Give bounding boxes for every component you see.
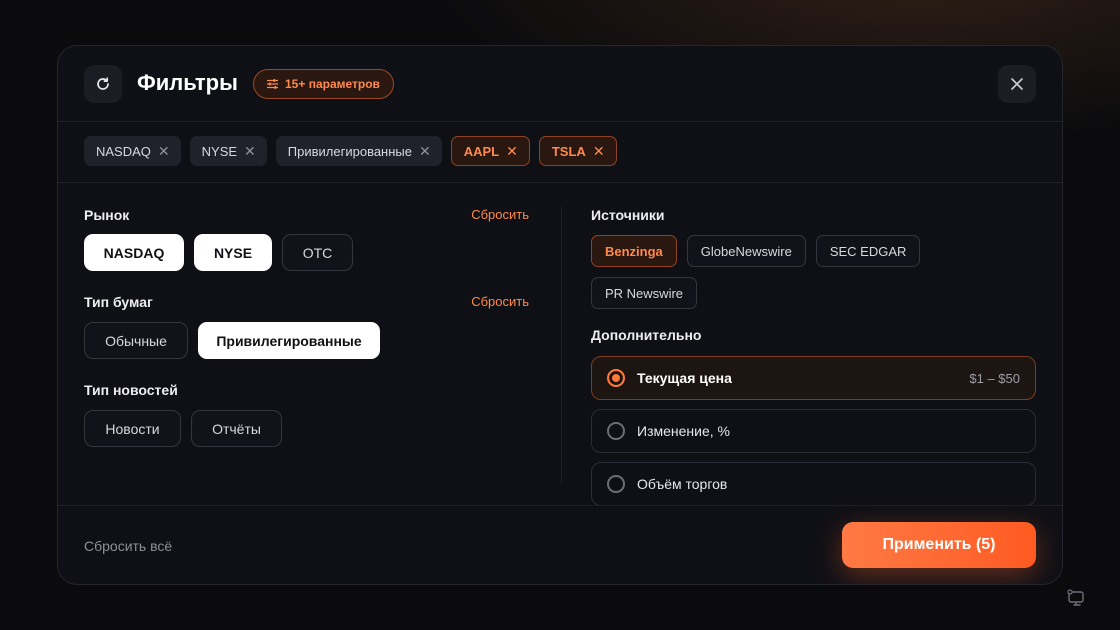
column-divider [561, 206, 562, 484]
chips-divider [58, 182, 1062, 183]
market-reset-link[interactable]: Сбросить [471, 207, 529, 222]
option-label: Изменение, % [637, 423, 730, 439]
security-option-common[interactable]: Обычные [84, 322, 188, 359]
close-icon [1011, 78, 1023, 90]
chip-preferred: Привилегированные ✕ [275, 136, 442, 166]
close-icon[interactable]: ✕ [593, 143, 605, 160]
news-type-label: Тип новостей [84, 382, 178, 398]
chip-nyse: NYSE ✕ [189, 136, 267, 166]
security-type-options: Обычные Привилегированные [84, 322, 380, 359]
additional-option-change[interactable]: Изменение, % [591, 409, 1036, 453]
chip-aapl: AAPL ✕ [450, 136, 530, 166]
apply-button[interactable]: Применить (5) [842, 522, 1036, 568]
security-type-reset-link[interactable]: Сбросить [471, 294, 529, 309]
sliders-icon [267, 79, 278, 89]
market-option-nasdaq[interactable]: NASDAQ [84, 234, 184, 271]
monitor-icon [1067, 589, 1084, 606]
params-badge: 15+ параметров [253, 69, 394, 99]
close-icon[interactable]: ✕ [244, 143, 256, 160]
option-label: Текущая цена [637, 370, 732, 386]
close-icon[interactable]: ✕ [158, 143, 170, 160]
market-option-nyse[interactable]: NYSE [194, 234, 272, 271]
market-label: Рынок [84, 207, 130, 223]
source-option-sec-edgar[interactable]: SEC EDGAR [815, 235, 921, 267]
source-option-benzinga[interactable]: Benzinga [591, 235, 677, 267]
close-icon[interactable]: ✕ [419, 143, 431, 160]
market-options: NASDAQ NYSE OTC [84, 234, 353, 271]
sources-label: Источники [591, 207, 665, 223]
additional-option-volume[interactable]: Объём торгов [591, 462, 1036, 506]
params-badge-label: 15+ параметров [285, 77, 380, 91]
filters-modal: Фильтры 15+ параметров NASDAQ ✕ NYSE ✕ П… [57, 45, 1063, 585]
source-option-pr-newswire[interactable]: PR Newswire [591, 277, 698, 309]
chip-label: TSLA [551, 143, 586, 159]
modal-footer: Сбросить всё Применить (5) [58, 505, 1062, 584]
page-title: Фильтры [137, 70, 238, 95]
radio-unchecked-icon [607, 422, 625, 440]
news-type-options: Новости Отчёты [84, 410, 282, 447]
news-option-reports[interactable]: Отчёты [191, 410, 282, 447]
reset-all-link[interactable]: Сбросить всё [84, 538, 172, 554]
radio-unchecked-icon [607, 475, 625, 493]
source-option-globenewswire[interactable]: GlobeNewswire [686, 235, 806, 267]
refresh-button[interactable] [84, 65, 122, 103]
chip-label: NASDAQ [96, 143, 151, 159]
security-option-preferred[interactable]: Привилегированные [198, 322, 380, 359]
option-value: $1 – $50 [969, 370, 1020, 386]
chip-label: Привилегированные [287, 143, 412, 159]
news-option-news[interactable]: Новости [84, 410, 181, 447]
additional-option-price[interactable]: Текущая цена $1 – $50 [591, 356, 1036, 400]
option-label: Объём торгов [637, 476, 728, 492]
additional-label: Дополнительно [591, 327, 702, 343]
modal-header: Фильтры 15+ параметров [58, 46, 1062, 122]
security-type-label: Тип бумаг [84, 294, 153, 310]
radio-checked-icon [607, 369, 625, 387]
close-icon[interactable]: ✕ [506, 143, 518, 160]
active-filter-chips: NASDAQ ✕ NYSE ✕ Привилегированные ✕ AAPL… [84, 136, 617, 166]
chip-label: AAPL [463, 143, 500, 159]
close-button[interactable] [998, 65, 1036, 103]
sources-options: Benzinga GlobeNewswire SEC EDGAR PR News… [591, 235, 1036, 309]
market-option-otc[interactable]: OTC [282, 234, 353, 271]
chip-label: NYSE [201, 143, 238, 159]
chip-tsla: TSLA ✕ [538, 136, 617, 166]
chip-nasdaq: NASDAQ ✕ [84, 136, 181, 166]
refresh-icon [97, 77, 109, 90]
